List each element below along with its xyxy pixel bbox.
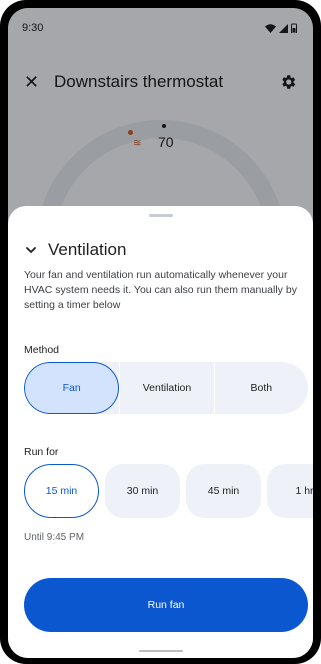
duration-30-min-button[interactable]: 30 min bbox=[105, 464, 180, 518]
sheet-description: Your fan and ventilation run automatical… bbox=[24, 269, 297, 311]
duration-45-min-button[interactable]: 45 min bbox=[186, 464, 261, 518]
chevron-down-icon[interactable] bbox=[24, 243, 38, 257]
drag-handle[interactable] bbox=[149, 214, 173, 217]
until-time: Until 9:45 PM bbox=[24, 532, 85, 543]
duration-1-hr-button[interactable]: 1 hr bbox=[267, 464, 313, 518]
screen: 9:30 ✕ Downstairs thermostat ≋ 70 Ventil… bbox=[8, 8, 313, 658]
run-for-label: Run for bbox=[24, 446, 59, 458]
method-ventilation-button[interactable]: Ventilation bbox=[119, 362, 213, 414]
method-selector: Fan Ventilation Both bbox=[24, 362, 308, 414]
duration-15-min-button[interactable]: 15 min bbox=[24, 464, 99, 518]
home-indicator[interactable] bbox=[139, 650, 183, 652]
sheet-title: Ventilation bbox=[48, 240, 127, 259]
run-fan-button[interactable]: Run fan bbox=[24, 578, 308, 632]
duration-selector: 15 min 30 min 45 min 1 hr bbox=[24, 464, 313, 518]
method-fan-button[interactable]: Fan bbox=[24, 362, 120, 414]
method-both-button[interactable]: Both bbox=[213, 362, 308, 414]
sheet-header[interactable]: Ventilation bbox=[24, 236, 126, 264]
method-label: Method bbox=[24, 344, 60, 356]
phone-frame: 9:30 ✕ Downstairs thermostat ≋ 70 Ventil… bbox=[0, 0, 321, 664]
ventilation-sheet: Ventilation Your fan and ventilation run… bbox=[8, 206, 313, 658]
